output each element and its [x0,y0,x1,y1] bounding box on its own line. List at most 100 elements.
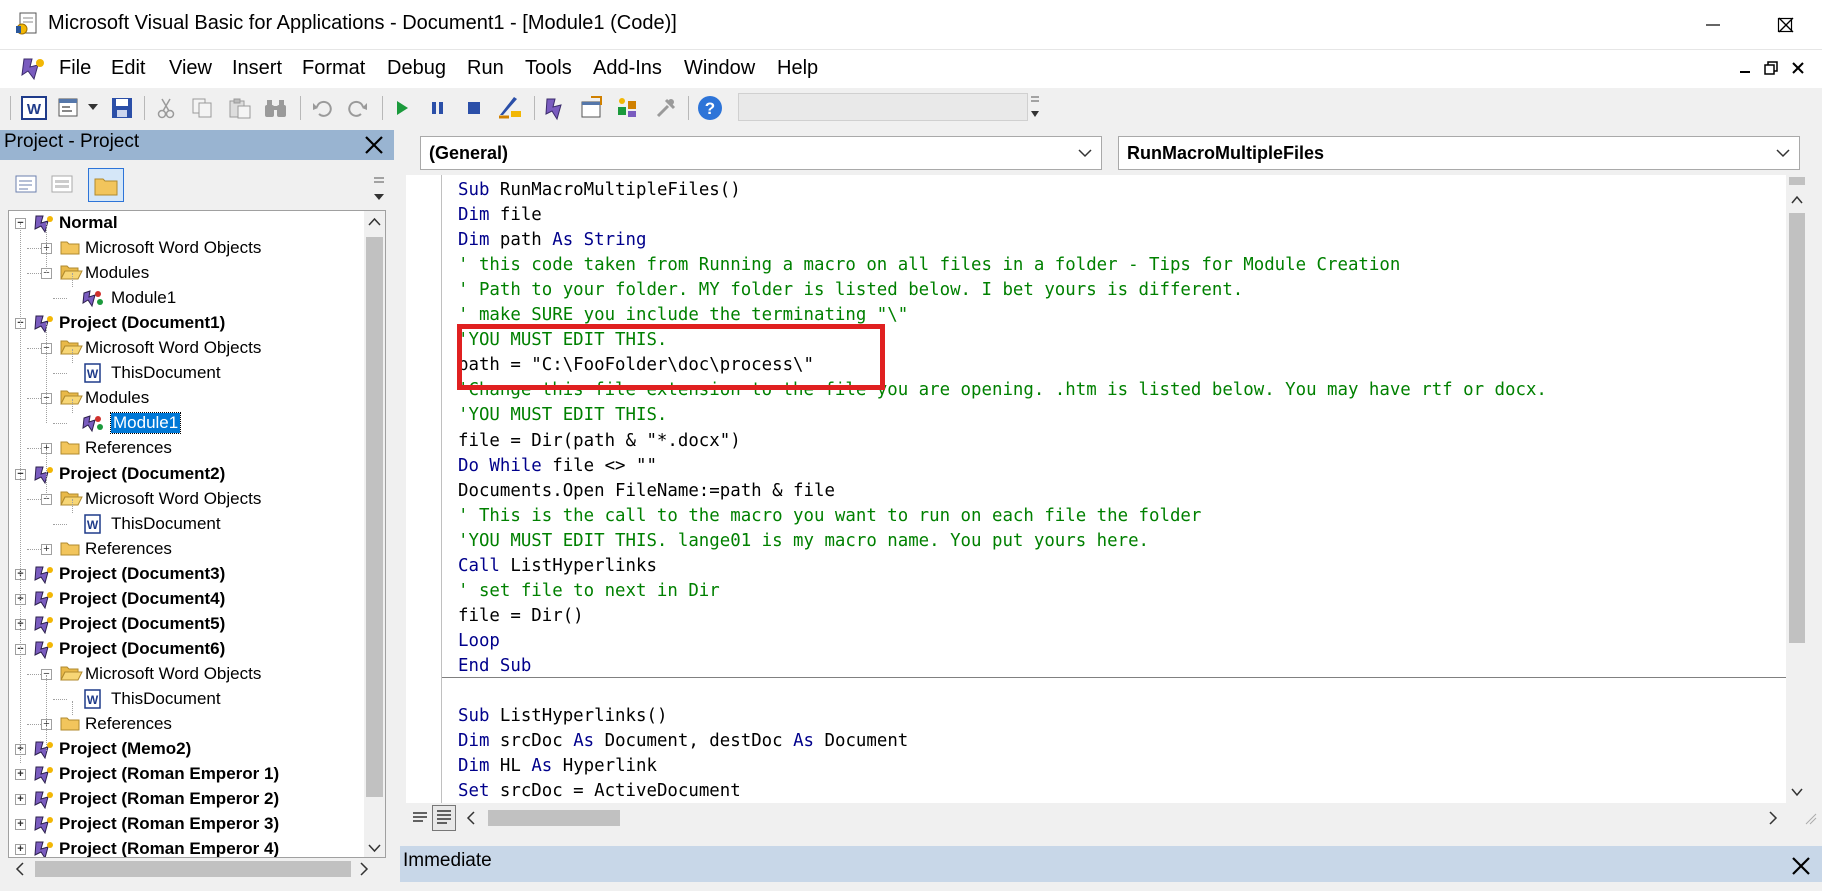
full-module-view-button[interactable] [432,805,456,831]
menu-tools[interactable]: Tools [525,57,572,80]
code-line[interactable]: End Sub [458,654,531,679]
copy-icon[interactable] [188,94,216,122]
expand-icon[interactable]: + [15,794,26,806]
toggle-folders-button[interactable] [88,168,124,202]
expand-icon[interactable]: + [15,769,26,781]
code-horizontal-scrollbar[interactable] [460,806,1806,830]
minimize-button[interactable] [1677,0,1749,50]
tree-item[interactable]: W ThisDocument [9,687,365,712]
code-line[interactable]: Call ListHyperlinks [458,554,657,579]
panel-toolbar-overflow-icon[interactable] [370,172,388,204]
object-combo[interactable]: (General) [420,136,1102,170]
menu-help[interactable]: Help [777,57,818,80]
tree-item[interactable]: − Project (Document6) [9,637,365,662]
tree-item[interactable]: − Microsoft Word Objects [9,662,365,687]
immediate-window-close-button[interactable] [1784,852,1818,880]
code-line[interactable]: 'YOU MUST EDIT THIS. [458,403,667,428]
code-line[interactable]: Sub RunMacroMultipleFiles() [458,178,741,203]
code-line[interactable]: Dim HL As Hyperlink [458,754,657,779]
tree-item[interactable]: − Normal [9,211,365,236]
code-line[interactable]: ' this code taken from Running a macro o… [458,253,1400,278]
mdi-minimize-button[interactable] [1735,58,1755,78]
tree-item[interactable]: + Project (Memo2) [9,737,365,762]
tree-item[interactable]: − Microsoft Word Objects [9,336,365,361]
tree-item[interactable]: + References [9,712,365,737]
find-icon[interactable] [262,94,290,122]
insert-userform-icon[interactable] [56,94,84,122]
tree-item[interactable]: Module1 [9,411,365,436]
menu-add-ins[interactable]: Add-Ins [593,57,662,80]
menu-debug[interactable]: Debug [387,57,446,80]
code-line[interactable]: file = Dir() [458,604,584,629]
menu-edit[interactable]: Edit [111,57,145,80]
properties-icon[interactable] [578,94,606,122]
break-icon[interactable] [424,94,452,122]
tree-item[interactable]: + Project (Roman Emperor 1) [9,762,365,787]
code-line[interactable]: Do While file <> "" [458,454,657,479]
code-line[interactable]: ' This is the call to the macro you want… [458,504,1201,529]
tree-item[interactable]: + Project (Roman Emperor 4) [9,837,365,857]
menu-format[interactable]: Format [302,57,365,80]
save-icon[interactable] [108,94,136,122]
resize-grip-icon[interactable] [1802,808,1820,830]
view-object-button[interactable] [48,172,76,198]
vba-system-menu-icon[interactable] [18,55,48,83]
code-line[interactable]: Sub ListHyperlinks() [458,704,667,729]
reset-icon[interactable] [460,94,488,122]
view-code-button[interactable] [12,172,40,198]
tree-item[interactable]: + Project (Document5) [9,612,365,637]
chevron-down-icon[interactable] [88,104,98,110]
tree-item[interactable]: + Project (Roman Emperor 2) [9,787,365,812]
redo-icon[interactable] [344,94,372,122]
code-line[interactable]: ' set file to next in Dir [458,579,720,604]
code-margin-indicator-bar[interactable] [406,175,442,803]
undo-icon[interactable] [308,94,336,122]
window-close-button[interactable] [1751,0,1821,50]
code-line[interactable]: 'YOU MUST EDIT THIS. lange01 is my macro… [458,529,1149,554]
tree-item[interactable]: + Project (Document3) [9,562,365,587]
toolbar-options-chevron-icon[interactable] [1030,93,1040,123]
tree-item[interactable]: + References [9,436,365,461]
mdi-restore-button[interactable] [1761,58,1781,78]
code-line[interactable]: Dim path As String [458,228,646,253]
project-explorer-icon[interactable] [542,94,570,122]
code-line[interactable]: ' Path to your folder. MY folder is list… [458,278,1243,303]
project-tree-vertical-scrollbar[interactable] [364,211,385,857]
procedure-view-button[interactable] [410,807,430,829]
tree-item[interactable]: + References [9,537,365,562]
code-vertical-scrollbar[interactable] [1786,175,1808,803]
expand-icon[interactable]: + [15,819,26,831]
procedure-combo[interactable]: RunMacroMultipleFiles [1118,136,1800,170]
mdi-close-button[interactable] [1788,58,1808,78]
tree-item[interactable]: + Project (Roman Emperor 3) [9,812,365,837]
tree-item[interactable]: W ThisDocument [9,512,365,537]
word-icon[interactable]: W [20,94,48,122]
menu-view[interactable]: View [169,57,212,80]
tree-item[interactable]: W ThisDocument [9,361,365,386]
menu-run[interactable]: Run [467,57,504,80]
tree-item[interactable]: − Project (Document1) [9,311,365,336]
code-line[interactable]: Set srcDoc = ActiveDocument [458,779,741,804]
code-line[interactable]: Documents.Open FileName:=path & file [458,479,835,504]
design-mode-icon[interactable] [496,94,524,122]
code-line[interactable]: Dim file [458,203,542,228]
tree-item[interactable]: + Microsoft Word Objects [9,236,365,261]
menu-insert[interactable]: Insert [232,57,282,80]
expand-icon[interactable]: + [41,543,52,555]
project-tree-horizontal-scrollbar[interactable] [9,858,385,880]
code-line[interactable]: Loop [458,629,500,654]
toolbox-icon[interactable] [652,94,680,122]
help-icon[interactable]: ? [696,94,724,122]
menu-window[interactable]: Window [684,57,755,80]
expand-icon[interactable]: + [15,844,26,856]
menu-file[interactable]: File [59,57,91,80]
tree-item[interactable]: − Modules [9,386,365,411]
run-icon[interactable] [388,94,416,122]
tree-item[interactable]: − Modules [9,261,365,286]
object-browser-icon[interactable] [614,94,642,122]
code-line[interactable]: file = Dir(path & "*.docx") [458,429,741,454]
tree-item[interactable]: Module1 [9,286,365,311]
tree-item[interactable]: − Microsoft Word Objects [9,487,365,512]
code-line[interactable]: Dim srcDoc As Document, destDoc As Docum… [458,729,908,754]
tree-item[interactable]: + Project (Document4) [9,587,365,612]
